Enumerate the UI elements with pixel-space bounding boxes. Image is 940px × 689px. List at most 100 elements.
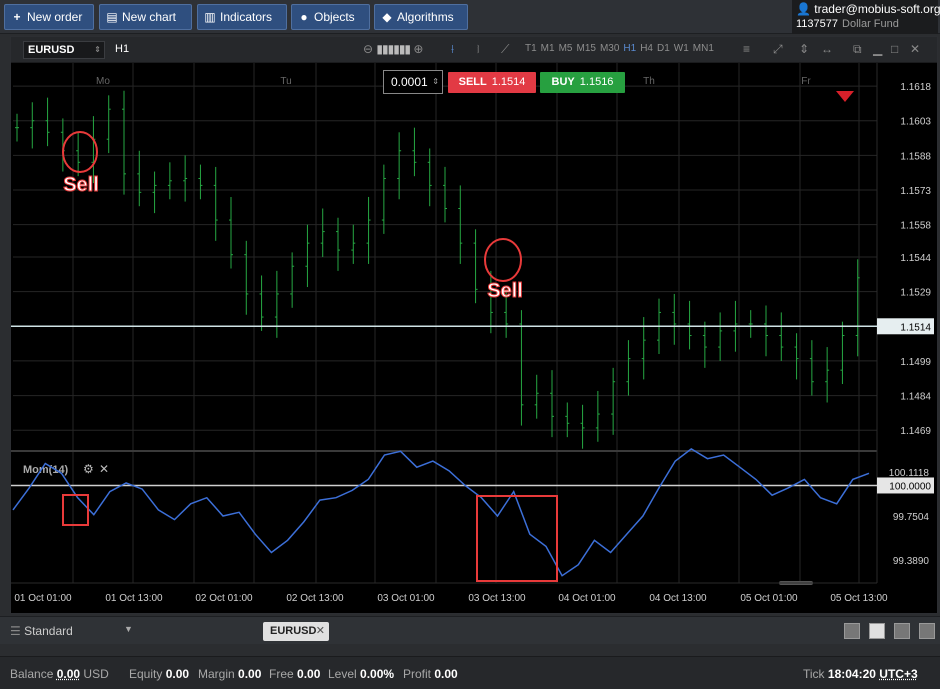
maximize-icon[interactable]: □ xyxy=(891,42,898,56)
day-label: Mo xyxy=(96,76,110,87)
tick-time: Tick 18:04:20 UTC+3 xyxy=(803,667,918,681)
price-bar xyxy=(443,167,447,222)
timeframe-h4[interactable]: H4 xyxy=(640,43,653,54)
quantity-input[interactable]: 0.0001 ⇕ xyxy=(383,70,443,94)
timezone-select[interactable]: UTC+3 xyxy=(879,667,917,681)
annotation-sell-label: Sell xyxy=(63,174,99,196)
timeframe-d1[interactable]: D1 xyxy=(657,43,670,54)
price-bar xyxy=(351,225,355,264)
popout-icon[interactable]: ⧉ xyxy=(853,42,862,57)
timeframe-mn1[interactable]: MN1 xyxy=(693,43,714,54)
minimize-icon[interactable]: ▁ xyxy=(873,42,882,56)
price-bar xyxy=(183,155,187,201)
layout-single-icon[interactable] xyxy=(844,623,860,639)
chart-window: EURUSD ⇕ H1 ⊖ ▮▮▮▮▮▮ ⊕ ⟊ ⧘ ⟋ T1 M1 M5 M15 M30… xyxy=(10,36,938,614)
timeframe-m5[interactable]: M5 xyxy=(559,43,573,54)
equity: Equity 0.00 xyxy=(129,667,189,681)
timeframe-m15[interactable]: M15 xyxy=(576,43,595,54)
price-bar xyxy=(30,102,34,148)
price-tick-label: 1.1603 xyxy=(900,117,931,128)
price-bar xyxy=(214,167,218,241)
price-bar xyxy=(688,301,692,350)
price-bar xyxy=(795,333,799,379)
price-tick-label: 1.1529 xyxy=(900,288,931,299)
price-bar xyxy=(107,95,111,153)
zoom-out-icon[interactable]: ⊖ xyxy=(363,42,373,56)
zoom-in-icon[interactable]: ⊕ xyxy=(413,42,423,56)
new-chart-button[interactable]: ▤ New chart xyxy=(99,4,192,30)
balance-value[interactable]: 0.00 xyxy=(57,667,80,681)
symbol-select[interactable]: EURUSD ⇕ xyxy=(23,41,105,59)
price-bar xyxy=(397,132,401,199)
margin: Margin 0.00 xyxy=(198,667,261,681)
diamond-icon: ◆ xyxy=(381,5,393,29)
timeframe-h1[interactable]: H1 xyxy=(623,43,636,54)
time-tick-label: 01 Oct 13:00 xyxy=(105,593,163,604)
layout-rows-icon[interactable] xyxy=(919,623,935,639)
price-bar xyxy=(596,391,600,442)
price-bar xyxy=(153,172,157,214)
annotation-box xyxy=(477,496,557,581)
updown-icon: ⇕ xyxy=(432,71,439,93)
account-panel[interactable]: 👤 trader@mobius-soft.org 1137577 Dollar F… xyxy=(792,0,938,34)
algorithms-button[interactable]: ◆ Algorithms xyxy=(374,4,468,30)
time-tick-label: 04 Oct 01:00 xyxy=(558,593,616,604)
time-tick-label: 03 Oct 01:00 xyxy=(377,593,435,604)
price-bar xyxy=(244,241,248,315)
plus-icon: + xyxy=(11,5,23,29)
price-bar xyxy=(321,209,325,258)
objects-button[interactable]: ● Objects xyxy=(291,4,370,30)
workspace-select[interactable]: ☰ Standard ▼ xyxy=(10,624,73,638)
indicator-list-icon[interactable]: ≡ xyxy=(743,42,750,56)
vertical-line-icon[interactable]: ⇕ xyxy=(799,42,809,56)
horizontal-line-icon[interactable]: ↔ xyxy=(821,42,833,56)
balance: Balance 0.00 USD xyxy=(10,667,109,681)
timeframe-m30[interactable]: M30 xyxy=(600,43,619,54)
period-marker-icon xyxy=(836,91,854,102)
price-tick-label: 1.1499 xyxy=(900,357,931,368)
zoom-control[interactable]: ⊖ ▮▮▮▮▮▮ ⊕ xyxy=(363,42,423,56)
momentum-line xyxy=(13,449,869,576)
price-bar xyxy=(46,98,50,147)
trading-terminal: + New order ▤ New chart ▥ Indicators ● Objec… xyxy=(0,0,940,689)
layout-grid-icon[interactable] xyxy=(869,623,885,639)
price-bar xyxy=(718,312,722,360)
price-bar xyxy=(275,271,279,338)
user-name: 👤 trader@mobius-soft.org xyxy=(796,2,940,16)
status-bar: Balance 0.00 USD Equity 0.00 Margin 0.00… xyxy=(0,656,940,689)
price-bar xyxy=(122,91,126,195)
chart-tab-eurusd[interactable]: EURUSD ✕ xyxy=(263,622,329,641)
price-bar xyxy=(749,310,753,338)
candle-style-icon[interactable]: ⧘ xyxy=(477,42,480,57)
profit: Profit 0.00 xyxy=(403,667,458,681)
user-icon: 👤 xyxy=(796,2,811,16)
line-style-icon[interactable]: ⟋ xyxy=(501,42,509,57)
day-label: Th xyxy=(643,76,655,87)
price-bar xyxy=(260,275,264,330)
price-chart[interactable]: 1.1618 1.1603 1.1588 1.1573 1.1558 1.1544 1.15… xyxy=(11,63,937,613)
price-tick-label: 1.1588 xyxy=(900,151,931,162)
new-order-button[interactable]: + New order xyxy=(4,4,94,30)
price-bar xyxy=(229,197,233,269)
price-bar xyxy=(198,165,202,200)
buy-button[interactable]: BUY 1.1516 xyxy=(540,72,625,93)
indicators-button[interactable]: ▥ Indicators xyxy=(197,4,287,30)
trendline-icon[interactable]: ⤢ xyxy=(773,42,783,57)
price-bar xyxy=(672,294,676,345)
price-tick-label: 1.1573 xyxy=(900,186,931,197)
annotation-sell-label: Sell xyxy=(487,280,523,302)
timeframe-m1[interactable]: M1 xyxy=(541,43,555,54)
time-tick-label: 02 Oct 13:00 xyxy=(286,593,344,604)
bar-style-icon[interactable]: ⟊ xyxy=(451,42,454,57)
close-icon[interactable]: ✕ xyxy=(910,42,920,56)
price-tick-label: 1.1469 xyxy=(900,426,931,437)
current-price-label: 1.1514 xyxy=(900,322,931,333)
price-bar xyxy=(581,405,585,449)
close-tab-icon[interactable]: ✕ xyxy=(316,622,325,641)
price-bar xyxy=(810,340,814,395)
zoom-slider[interactable]: ▮▮▮▮▮▮ xyxy=(376,42,410,56)
timeframe-w1[interactable]: W1 xyxy=(674,43,689,54)
layout-columns-icon[interactable] xyxy=(894,623,910,639)
timeframe-t1[interactable]: T1 xyxy=(525,43,537,54)
sell-button[interactable]: SELL 1.1514 xyxy=(448,72,536,93)
